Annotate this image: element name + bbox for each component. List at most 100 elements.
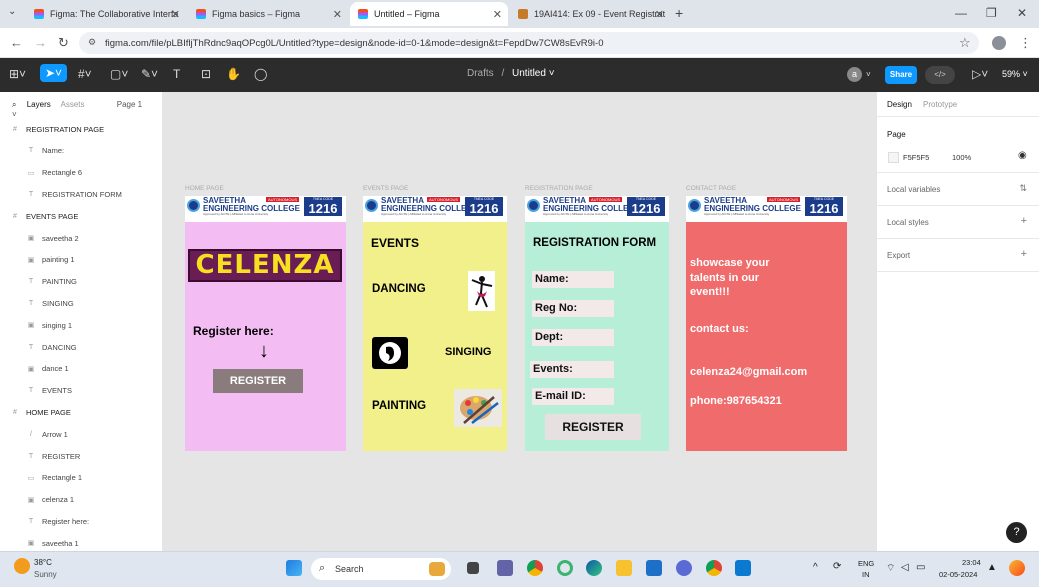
page-opacity-value[interactable]: 100% <box>952 153 971 162</box>
layer-item[interactable]: T PAINTING <box>0 273 163 291</box>
layer-item[interactable]: ▣ dance 1 <box>0 360 163 378</box>
browser-tab[interactable]: Figma: The Collaborative Interfa ✕ <box>26 2 186 26</box>
comment-tool-icon[interactable]: ◯ <box>254 67 267 81</box>
weather-icon[interactable] <box>14 558 30 574</box>
components-icon[interactable]: ⊡ <box>201 67 211 81</box>
local-styles-label[interactable]: Local styles <box>887 218 929 227</box>
tab-layers[interactable]: Layers <box>27 100 51 109</box>
battery-icon[interactable]: ▭ <box>916 562 925 573</box>
layer-item[interactable]: T EVENTS <box>0 382 163 400</box>
browser-tab[interactable]: 19AI414: Ex 09 - Event Registrat ✕ <box>510 2 670 26</box>
layer-item[interactable]: ▣ saveetha 1 <box>0 534 163 552</box>
new-tab-button[interactable]: + <box>675 5 683 21</box>
pen-tool-icon[interactable]: ✎˅ <box>141 67 158 81</box>
layer-item[interactable]: / Arrow 1 <box>0 425 163 443</box>
page-color-swatch[interactable] <box>888 152 899 163</box>
layer-item[interactable]: T REGISTRATION FORM <box>0 185 163 203</box>
layer-frame-item[interactable]: # EVENTS PAGE <box>0 207 163 225</box>
tab-prototype[interactable]: Prototype <box>923 100 957 109</box>
home-page-frame[interactable]: SAVEETHA ENGINEERING COLLEGE AUTONOMOUS App… <box>185 196 346 451</box>
clock-date[interactable]: 02-05-2024 <box>939 570 977 579</box>
taskbar-search-input[interactable]: ⌕ Search <box>311 558 451 580</box>
chevron-up-icon[interactable]: ^ <box>813 562 818 573</box>
chrome-icon[interactable] <box>527 560 543 576</box>
clock-time[interactable]: 23:04 <box>962 558 981 567</box>
bookmark-star-icon[interactable]: ☆ <box>959 35 971 51</box>
hand-tool-icon[interactable]: ✋ <box>226 67 241 81</box>
minimize-icon[interactable]: — <box>955 6 967 20</box>
dept-field[interactable]: Dept: <box>532 329 614 346</box>
share-button[interactable]: Share <box>885 66 917 84</box>
tab-assets[interactable]: Assets <box>61 100 85 109</box>
file-explorer-icon[interactable] <box>616 560 632 576</box>
wifi-icon[interactable]: ⌔ <box>886 562 895 575</box>
browser-menu-icon[interactable]: ⋮ <box>1019 35 1032 51</box>
contact-page-frame[interactable]: SAVEETHA ENGINEERING COLLEGE AUTONOMOUS App… <box>686 196 847 451</box>
weather-description[interactable]: Sunny <box>34 570 57 579</box>
edge-icon[interactable] <box>586 560 602 576</box>
frame-tool-icon[interactable]: #˅ <box>78 67 92 81</box>
teams-icon[interactable] <box>497 560 513 576</box>
tab-close-icon[interactable]: ✕ <box>655 8 664 21</box>
layer-frame-item[interactable]: # HOME PAGE <box>0 403 163 421</box>
forward-icon[interactable]: → <box>34 35 47 50</box>
layer-item[interactable]: ▣ celenza 1 <box>0 491 163 509</box>
frame-label[interactable]: CONTACT PAGE <box>686 185 736 192</box>
refresh-tray-icon[interactable]: ⟳ <box>833 561 841 572</box>
volume-icon[interactable]: ◁ <box>901 562 909 573</box>
chrome-profile-icon[interactable] <box>706 560 722 576</box>
start-icon[interactable] <box>286 560 302 576</box>
app-icon[interactable] <box>557 560 573 576</box>
reg-no-field[interactable]: Reg No: <box>532 300 614 317</box>
tab-close-icon[interactable]: ✕ <box>493 8 502 21</box>
layer-item[interactable]: T SINGING <box>0 294 163 312</box>
add-style-icon[interactable]: + <box>1021 215 1027 227</box>
language-indicator[interactable]: ENG <box>858 559 874 568</box>
browser-tab-active[interactable]: Untitled – Figma ✕ <box>350 2 508 26</box>
reload-icon[interactable]: ↻ <box>58 35 69 51</box>
email-field[interactable]: E-mail ID: <box>532 388 614 405</box>
frame-label[interactable]: HOME PAGE <box>185 185 224 192</box>
task-view-icon[interactable] <box>467 562 479 574</box>
vscode-icon[interactable] <box>735 560 751 576</box>
help-button[interactable]: ? <box>1006 522 1027 543</box>
present-icon[interactable]: ▷˅ <box>972 67 988 81</box>
export-label[interactable]: Export <box>887 251 910 260</box>
layer-item[interactable]: ▭ Rectangle 1 <box>0 469 163 487</box>
registration-page-frame[interactable]: SAVEETHA ENGINEERING COLLEGE AUTONOMOUS App… <box>525 196 669 451</box>
page-color-value[interactable]: F5F5F5 <box>903 153 929 162</box>
tab-close-icon[interactable]: ✕ <box>171 8 180 21</box>
dev-mode-toggle[interactable]: </> <box>925 66 955 84</box>
user-avatar[interactable]: a <box>847 67 862 82</box>
browser-tab[interactable]: Figma basics – Figma ✕ <box>188 2 348 26</box>
design-canvas[interactable]: HOME PAGE SAVEETHA ENGINEERING COLLEGE AUT… <box>163 92 876 551</box>
chevron-down-icon[interactable]: ˅ <box>549 68 555 79</box>
register-button[interactable]: REGISTER <box>213 369 303 393</box>
notification-bell-icon[interactable]: ▲ <box>987 562 997 573</box>
eye-icon[interactable]: ◉ <box>1018 150 1027 161</box>
layer-item[interactable]: T Register here: <box>0 512 163 530</box>
back-icon[interactable]: ← <box>10 35 23 50</box>
tab-close-icon[interactable]: ✕ <box>333 8 342 21</box>
zoom-level[interactable]: 59% ˅ <box>1002 69 1028 79</box>
layer-item[interactable]: T DANCING <box>0 338 163 356</box>
app-icon[interactable] <box>676 560 692 576</box>
layer-item[interactable]: ▣ saveetha 2 <box>0 229 163 247</box>
chevron-down-icon[interactable]: ˅ <box>866 70 871 79</box>
store-icon[interactable] <box>646 560 662 576</box>
frame-label[interactable]: EVENTS PAGE <box>363 185 408 192</box>
search-icon[interactable]: ⌕ <box>12 100 16 109</box>
file-name[interactable]: Untitled <box>512 68 546 79</box>
url-input[interactable]: ⚙ figma.com/file/pLBIfljThRdnc9aqOPcg0L/… <box>79 32 979 54</box>
profile-avatar[interactable] <box>992 36 1006 50</box>
tab-search-icon[interactable]: ⌄ <box>8 6 16 17</box>
layer-frame-item[interactable]: # REGISTRATION PAGE <box>0 120 163 138</box>
name-field[interactable]: Name: <box>532 271 614 288</box>
weather-temperature[interactable]: 38°C <box>34 558 52 567</box>
add-export-icon[interactable]: + <box>1021 248 1027 260</box>
events-page-frame[interactable]: SAVEETHA ENGINEERING COLLEGE AUTONOMOUS App… <box>363 196 507 451</box>
frame-label[interactable]: REGISTRATION PAGE <box>525 185 593 192</box>
drafts-link[interactable]: Drafts <box>467 68 494 79</box>
move-tool-icon[interactable]: ➤˅ <box>40 64 68 82</box>
events-field[interactable]: Events: <box>530 361 614 378</box>
